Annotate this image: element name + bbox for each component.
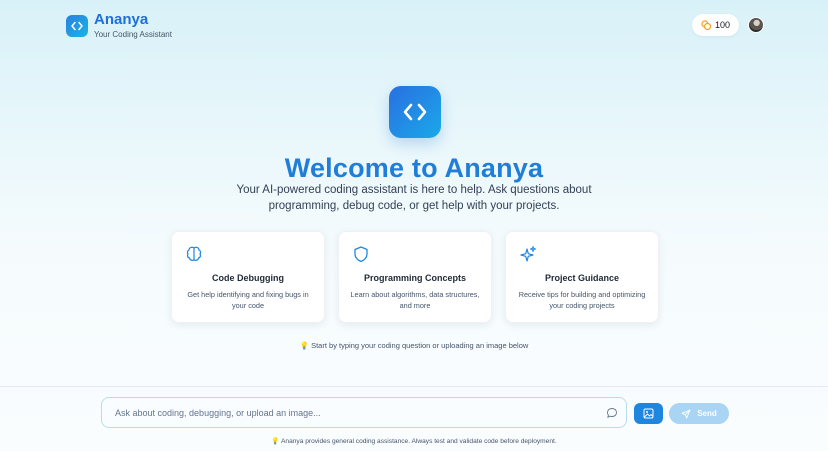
brand: Ananya Your Coding Assistant — [94, 11, 172, 40]
message-input[interactable] — [102, 398, 582, 427]
image-icon — [643, 408, 654, 419]
divider — [0, 386, 828, 387]
shield-icon — [354, 246, 368, 263]
code-icon — [389, 86, 441, 138]
feature-cards: Code Debugging Get help identifying and … — [171, 231, 659, 323]
avatar[interactable] — [748, 17, 764, 33]
disclaimer: 💡 Ananya provides general coding assista… — [271, 438, 557, 445]
code-icon[interactable] — [66, 14, 88, 37]
hint-text: 💡 Start by typing your coding question o… — [299, 341, 529, 350]
send-button[interactable]: Send — [669, 403, 729, 424]
card-title: Project Guidance — [544, 273, 620, 283]
message-composer — [101, 397, 627, 428]
header-actions: 100 — [691, 14, 764, 36]
sparkles-icon — [520, 246, 536, 262]
page-title: Welcome to Ananya — [284, 153, 544, 183]
brain-icon — [186, 246, 202, 261]
send-label: Send — [697, 409, 717, 418]
upload-image-button[interactable] — [634, 403, 663, 424]
credits-count: 100 — [714, 20, 730, 30]
card-title: Code Debugging — [212, 273, 284, 283]
app-header: Ananya Your Coding Assistant — [66, 12, 172, 39]
card-description: Learn about algorithms, data structures,… — [350, 290, 480, 310]
send-icon — [681, 409, 691, 418]
credits-badge[interactable]: 100 — [691, 14, 739, 36]
brand-name: Ananya — [94, 11, 149, 28]
card-description: Get help identifying and fixing bugs in … — [187, 290, 309, 310]
coins-icon — [701, 20, 711, 30]
card-description: Receive tips for building and optimizing… — [518, 290, 646, 310]
card-title: Programming Concepts — [363, 273, 466, 283]
card-project-guidance[interactable]: Project Guidance Receive tips for buildi… — [505, 231, 659, 323]
page-subtitle: Your AI-powered coding assistant is here… — [236, 184, 592, 212]
card-code-debugging[interactable]: Code Debugging Get help identifying and … — [171, 231, 325, 323]
card-programming-concepts[interactable]: Programming Concepts Learn about algorit… — [338, 231, 492, 323]
chat-bubble-icon[interactable] — [606, 407, 618, 419]
brand-subtitle: Your Coding Assistant — [94, 30, 172, 39]
